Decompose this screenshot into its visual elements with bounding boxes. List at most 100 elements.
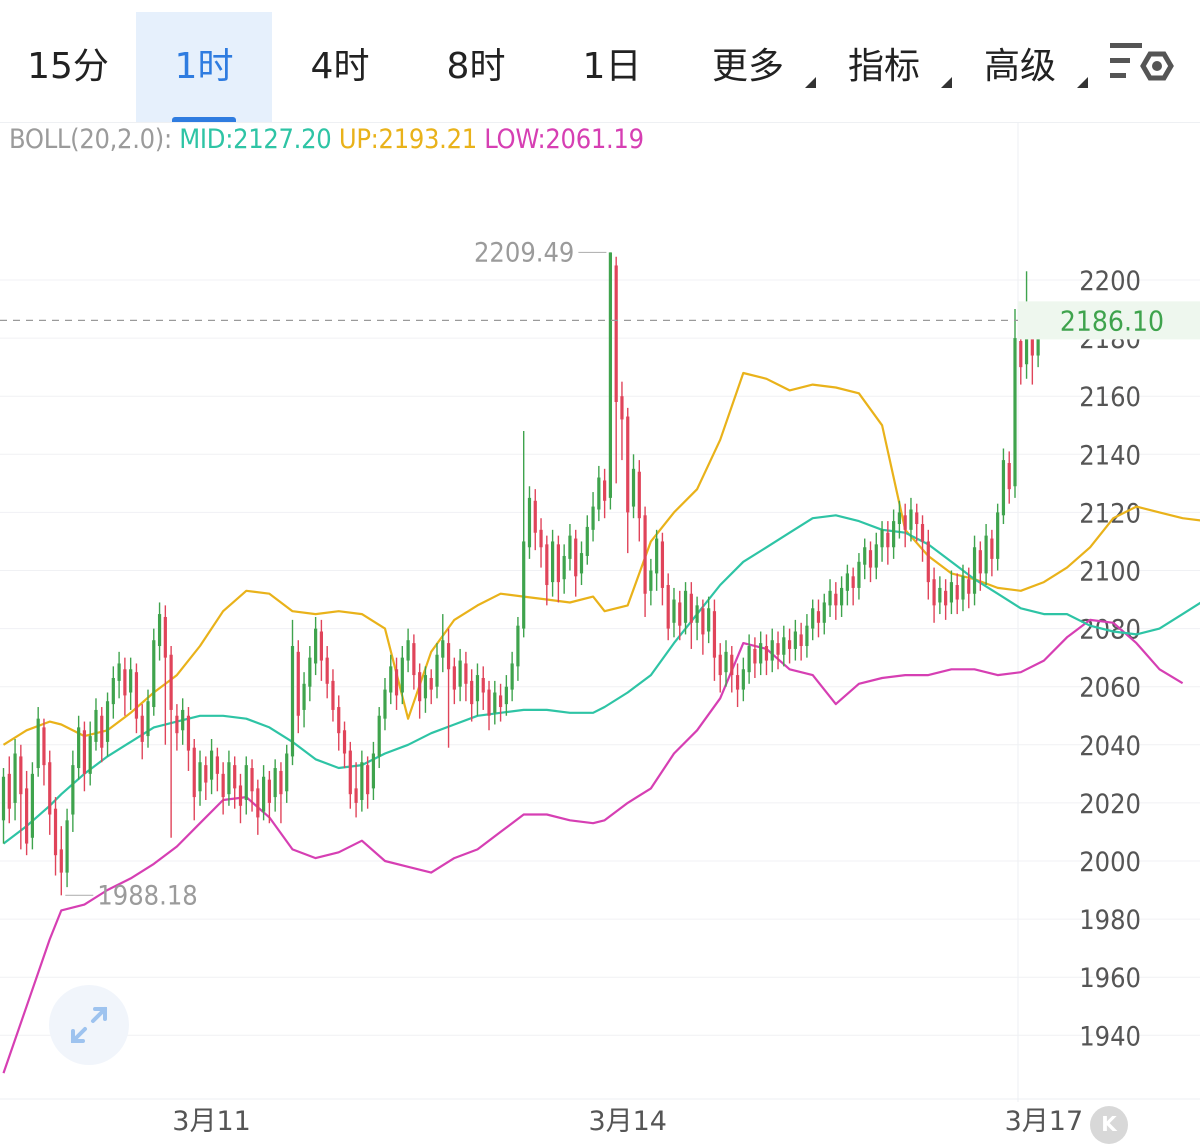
y-tick-label: 1960 [1079, 963, 1141, 994]
tab-7[interactable]: 高级 [952, 12, 1088, 122]
current-price-value: 2186.10 [1060, 304, 1164, 337]
collapse-k-button[interactable]: K [1090, 1106, 1128, 1144]
tab-label: 指标 [848, 46, 920, 87]
candle [441, 614, 444, 672]
candle [383, 678, 386, 730]
candle [672, 588, 675, 637]
candle [563, 544, 566, 593]
candle [655, 530, 658, 591]
candle [985, 524, 988, 585]
candle [857, 553, 860, 599]
candle [996, 504, 999, 571]
dropdown-corner-icon [805, 77, 816, 88]
candle [742, 658, 745, 702]
candle [973, 536, 976, 606]
candle [805, 614, 808, 658]
y-tick-label: 2020 [1079, 789, 1141, 820]
candle [811, 600, 814, 641]
candle [418, 663, 421, 718]
candle [568, 524, 571, 570]
candle [83, 722, 86, 792]
candle [337, 695, 340, 750]
candle [222, 762, 225, 814]
candle [574, 530, 577, 597]
candle [435, 643, 438, 698]
x-axis-label: 3月14 [588, 1106, 667, 1137]
candle [412, 634, 415, 689]
tab-6[interactable]: 指标 [816, 12, 952, 122]
candle [302, 672, 305, 727]
candle [817, 600, 820, 638]
candle [591, 492, 594, 541]
candle [245, 756, 248, 814]
high-annotation: 2209.49 [474, 237, 574, 268]
candle [453, 658, 456, 704]
candle [921, 515, 924, 561]
tab-0[interactable]: 15分 [0, 12, 136, 122]
tab-label: 更多 [712, 46, 784, 87]
candle [233, 756, 236, 808]
candle [915, 504, 918, 542]
x-axis-label: 3月17 [1005, 1106, 1084, 1137]
candle [840, 576, 843, 617]
candle [447, 629, 450, 748]
candle [372, 742, 375, 800]
candle [187, 707, 190, 771]
candle [892, 509, 895, 558]
y-tick-label: 2000 [1079, 847, 1141, 878]
candle [875, 533, 878, 579]
tab-4[interactable]: 1日 [544, 12, 680, 122]
candle [834, 582, 837, 620]
candle [603, 469, 606, 518]
candle [771, 629, 774, 673]
candle [308, 646, 311, 701]
candle [291, 620, 294, 765]
tab-1[interactable]: 1时 [136, 12, 272, 122]
candle [54, 797, 57, 875]
candle [748, 634, 751, 683]
y-tick-label: 2060 [1079, 673, 1141, 704]
tab-label: 15分 [27, 46, 109, 87]
candle [487, 681, 490, 730]
candle [152, 629, 155, 716]
y-tick-label: 2100 [1079, 557, 1141, 588]
tab-label: 1日 [583, 46, 642, 87]
chart-settings-icon[interactable] [1110, 40, 1176, 96]
candle [950, 571, 953, 615]
tab-3[interactable]: 8时 [408, 12, 544, 122]
candle [135, 663, 138, 733]
candle [112, 666, 115, 718]
candle [106, 693, 109, 757]
boll-lower-line [4, 620, 1183, 1073]
candle [528, 486, 531, 559]
candle [499, 684, 502, 722]
candle [349, 742, 352, 809]
expand-arrows-icon[interactable] [49, 985, 129, 1065]
y-tick-label: 2140 [1079, 440, 1141, 471]
candle [586, 515, 589, 564]
candle [100, 707, 103, 762]
candle [366, 756, 369, 808]
tab-label: 4时 [311, 46, 370, 87]
candle [216, 748, 219, 792]
candle [776, 632, 779, 670]
y-tick-label: 2120 [1079, 498, 1141, 529]
candle [932, 568, 935, 623]
candle [626, 408, 629, 553]
candle [782, 626, 785, 667]
candle [551, 530, 554, 597]
y-tick-label: 2200 [1079, 266, 1141, 297]
candle [331, 669, 334, 721]
tab-2[interactable]: 4时 [272, 12, 408, 122]
tab-5[interactable]: 更多 [680, 12, 816, 122]
candle [557, 536, 560, 603]
candle [89, 722, 92, 786]
candle [407, 629, 410, 673]
candle [8, 756, 11, 823]
candle [505, 675, 508, 716]
candle [31, 762, 34, 849]
candle [990, 530, 993, 576]
candle [181, 698, 184, 744]
candlestick-chart[interactable]: 2200218021602140212021002080206020402020… [0, 122, 1200, 1141]
candle [615, 257, 618, 484]
